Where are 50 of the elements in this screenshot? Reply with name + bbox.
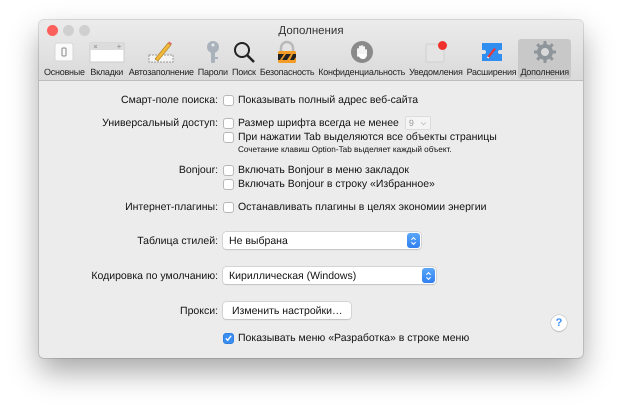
setting-label: Прокси: bbox=[179, 304, 218, 318]
checkmark-icon bbox=[224, 333, 233, 343]
setting-label: Bonjour: bbox=[178, 163, 218, 177]
toolbar-tab[interactable]: Автозаполнение bbox=[126, 39, 196, 79]
checkbox[interactable] bbox=[223, 178, 234, 190]
switch-icon bbox=[52, 40, 76, 64]
window-control[interactable] bbox=[79, 25, 90, 36]
checkbox-label: Размер шрифта всегда не менее bbox=[238, 117, 399, 129]
checkbox-label: Останавливать плагины в целях экономии энергии bbox=[238, 201, 486, 213]
toolbar-tab[interactable]: Безопасность bbox=[258, 39, 316, 79]
toolbar-tab[interactable]: Дополнения bbox=[518, 39, 571, 79]
checkbox[interactable] bbox=[223, 332, 234, 344]
setting-label: Универсальный доступ: bbox=[101, 116, 218, 130]
stepper-icon bbox=[422, 268, 435, 283]
dropdown[interactable]: Не выбрана bbox=[223, 232, 421, 249]
stepper-icon bbox=[407, 233, 420, 248]
notification-icon bbox=[424, 40, 448, 64]
chevron-icon bbox=[420, 120, 427, 126]
checkbox-label: Включать Bonjour в меню закладок bbox=[238, 164, 409, 176]
puzzle-icon bbox=[480, 40, 504, 64]
checkbox-label: Показывать полный адрес веб-сайта bbox=[238, 94, 418, 106]
setting-label: Интернет-плагины: bbox=[124, 200, 218, 214]
checkbox[interactable] bbox=[223, 94, 234, 106]
toolbar-tab[interactable]: Уведомления bbox=[407, 39, 465, 79]
checkbox[interactable] bbox=[223, 164, 234, 176]
hand-icon bbox=[350, 40, 374, 64]
setting-label: Таблица стилей: bbox=[136, 234, 218, 248]
toolbar-tab[interactable]: Пароли bbox=[196, 39, 230, 79]
setting-label: Кодировка по умолчанию: bbox=[90, 268, 218, 282]
toolbar-tab[interactable]: Основные bbox=[42, 39, 87, 79]
checkbox[interactable] bbox=[223, 202, 234, 212]
change-settings-button[interactable]: Изменить настройки… bbox=[223, 302, 352, 319]
tabs-icon bbox=[88, 40, 125, 64]
search-icon bbox=[232, 40, 256, 64]
hint-text: Сочетание клавиш Option-Tab выделяет каждый объект. bbox=[237, 145, 453, 154]
gear-icon bbox=[532, 40, 557, 64]
checkbox[interactable] bbox=[223, 132, 234, 142]
checkbox[interactable] bbox=[223, 118, 234, 128]
toolbar-tab[interactable]: Расширения bbox=[464, 39, 518, 79]
setting-label: Смарт-поле поиска: bbox=[120, 93, 218, 107]
dropdown[interactable]: Кириллическая (Windows) bbox=[223, 267, 436, 284]
checkbox-label: Включать Bonjour в строку «Избранное» bbox=[238, 178, 435, 190]
window-control[interactable] bbox=[63, 25, 74, 36]
toolbar-tab[interactable]: Вкладки bbox=[86, 39, 127, 79]
checkbox-label: При нажатии Tab выделяются все объекты страницы bbox=[238, 131, 497, 143]
window-title: Дополнения bbox=[278, 25, 344, 37]
checkbox-label: Показывать меню «Разработка» в строке меню bbox=[238, 332, 470, 344]
toolbar-tab[interactable]: Конфиденциальность bbox=[316, 39, 408, 79]
toolbar-tab[interactable]: Поиск bbox=[230, 39, 258, 79]
window-control[interactable] bbox=[47, 25, 58, 36]
